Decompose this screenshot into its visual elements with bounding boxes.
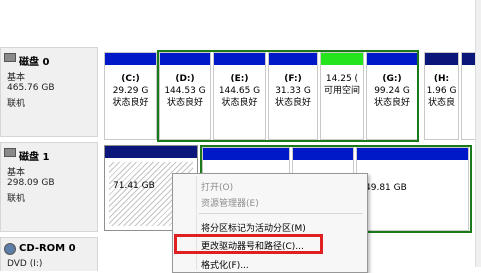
partition-size: 1.96 G <box>426 86 457 96</box>
partition-size: 71.41 GB <box>113 181 155 191</box>
partition-size: 99.24 G <box>374 86 410 96</box>
menu-item-format[interactable]: 格式化(F)... <box>201 258 249 271</box>
partition-free-space[interactable]: 14.25 ( 可用空间 <box>320 52 364 140</box>
partition-bar <box>357 148 468 160</box>
menu-gutter <box>196 176 197 270</box>
disk-size: 298.09 GB <box>7 178 55 188</box>
partition-size: 144.65 G <box>218 86 261 96</box>
menu-item-open[interactable]: 打开(O) <box>201 180 233 193</box>
partition-c[interactable]: (C:) 29.29 G 状态良好 <box>104 52 157 140</box>
partition-size: 29.29 G <box>112 86 149 96</box>
menu-separator <box>199 213 363 214</box>
partition-size: 31.33 G <box>275 86 311 96</box>
partition-label: (C:) <box>121 74 140 84</box>
partition-status: 状态良好 <box>166 98 203 108</box>
disk-icon <box>4 148 16 157</box>
disk-1-info[interactable]: 磁盘 1 基本 298.09 GB 联机 <box>0 142 98 232</box>
partition-bar <box>462 53 476 65</box>
partition-status: 状态良好 <box>274 98 311 108</box>
partition-bar <box>367 53 417 65</box>
cdrom-type: DVD (I:) <box>7 259 43 269</box>
partition-disk1-c[interactable]: 49.81 GB <box>356 147 469 231</box>
context-menu: 打开(O) 资源管理器(E) 将分区标记为活动分区(M) 更改驱动器号和路径(C… <box>172 173 368 273</box>
partition-size: 14.25 ( <box>325 74 359 84</box>
partition-status: 状态良好 <box>112 98 149 108</box>
partition-status: 可用空间 <box>323 86 360 96</box>
partition-label: (D:) <box>175 74 195 84</box>
partition-status: 状态良好 <box>373 98 410 108</box>
partition-h[interactable]: (H: 1.96 G 状态良 <box>424 52 459 140</box>
disk-type: 基本 <box>7 168 26 178</box>
partition-bar <box>293 148 353 160</box>
partition-f[interactable]: (F:) 31.33 G 状态良好 <box>268 52 318 140</box>
partition-label: (E:) <box>230 74 249 84</box>
disk-size: 465.76 GB <box>7 83 55 93</box>
disk-type: 基本 <box>7 73 26 83</box>
partition-status: 状态良好 <box>221 98 258 108</box>
partition-bar <box>214 53 265 65</box>
annotation-highlight-box <box>174 234 323 254</box>
partition-status: 状态良 <box>427 98 455 108</box>
menu-item-mark-active[interactable]: 将分区标记为活动分区(M) <box>201 221 306 234</box>
cdrom-name: CD-ROM 0 <box>19 243 76 254</box>
partition-label: (H: <box>433 74 450 84</box>
disk-status: 联机 <box>7 194 26 204</box>
vertical-scrollbar[interactable] <box>475 0 481 267</box>
menu-item-explorer[interactable]: 资源管理器(E) <box>201 196 259 209</box>
partition-bar <box>105 146 197 158</box>
partition-bar <box>425 53 458 65</box>
disk-name: 磁盘 0 <box>19 57 50 68</box>
partition-g[interactable]: (G:) 99.24 G 状态良好 <box>366 52 418 140</box>
partition-bar <box>321 53 363 65</box>
partition-bar <box>203 148 289 160</box>
disk-name: 磁盘 1 <box>19 152 50 163</box>
partition-bar <box>105 53 156 65</box>
disk-0-info[interactable]: 磁盘 0 基本 465.76 GB 联机 <box>0 47 98 137</box>
partition-d[interactable]: (D:) 144.53 G 状态良好 <box>159 52 211 140</box>
disk-icon <box>4 53 16 62</box>
partition-bar <box>160 53 210 65</box>
partition-size: 144.53 G <box>164 86 206 96</box>
partition-size: 49.81 GB <box>365 183 407 193</box>
cdrom-info[interactable]: CD-ROM 0 DVD (I:) <box>0 237 98 271</box>
partition-label: (F:) <box>284 74 302 84</box>
partition-e[interactable]: (E:) 144.65 G 状态良好 <box>213 52 266 140</box>
partition-bar <box>269 53 317 65</box>
partition-label: (G:) <box>382 74 402 84</box>
disk-status: 联机 <box>7 99 26 109</box>
cdrom-icon <box>4 243 16 255</box>
